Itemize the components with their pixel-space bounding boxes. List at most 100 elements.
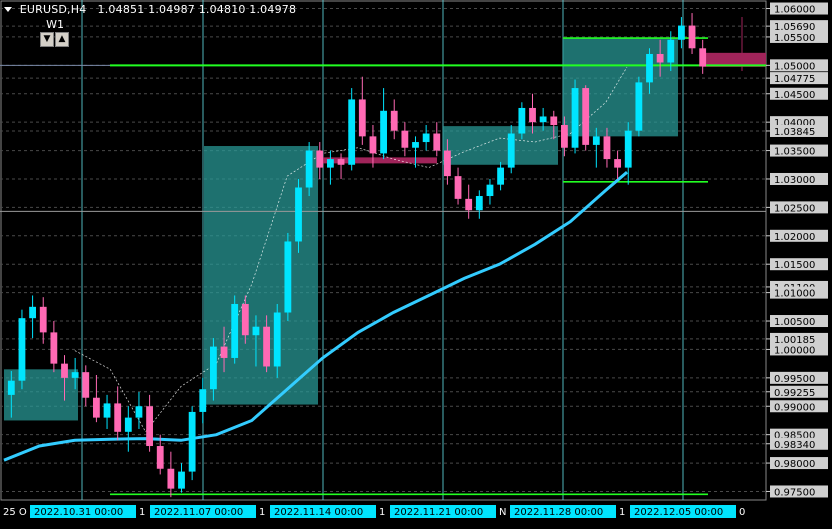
candle <box>678 17 685 49</box>
candle-body <box>71 372 79 378</box>
candle <box>188 406 196 481</box>
candle <box>29 295 36 339</box>
candle <box>582 85 590 151</box>
weekly-range-box <box>443 126 558 165</box>
candle <box>401 122 409 157</box>
candle-body <box>103 403 111 418</box>
weekly-range-box <box>563 38 678 137</box>
candle-body <box>231 303 239 358</box>
price-tick-label: 0.98340 <box>774 440 815 451</box>
price-tick-label: 1.03845 <box>774 127 815 138</box>
candle-body <box>167 468 175 489</box>
candle-body <box>401 130 409 148</box>
candle-body <box>82 372 90 398</box>
time-edge-label: 25 O <box>3 507 27 518</box>
candle <box>497 161 504 191</box>
candle-body <box>337 159 345 165</box>
candle-body <box>18 318 26 381</box>
candle-body <box>592 136 600 145</box>
symbol-label: EURUSD,H4 <box>19 3 87 16</box>
candle-body <box>635 82 643 131</box>
candle-body <box>305 150 313 188</box>
candle <box>614 150 621 179</box>
date-tick-fragment: 1 <box>139 507 145 518</box>
price-chart[interactable]: 1.060001.056901.055001.050001.047751.045… <box>0 0 832 525</box>
candle <box>422 125 430 151</box>
candle-body <box>518 107 526 134</box>
candle <box>167 451 175 498</box>
price-tick-label: 1.00500 <box>774 317 815 328</box>
candle-body <box>146 406 153 447</box>
candle-body <box>284 241 292 313</box>
candle-body <box>678 25 685 40</box>
candle-body <box>369 136 377 154</box>
candle-body <box>188 411 196 472</box>
candle-body <box>295 187 302 242</box>
ohlc-values: 1.04851 1.04987 1.04810 1.04978 <box>97 3 297 16</box>
candle-body <box>348 99 356 165</box>
candle-body <box>656 53 664 63</box>
candle-body <box>433 133 441 151</box>
price-tick-label: 1.04500 <box>774 90 815 101</box>
caret-down-icon[interactable] <box>4 6 12 12</box>
price-tick-label: 1.06000 <box>774 5 815 16</box>
candle-body <box>263 326 270 367</box>
candle <box>50 321 58 373</box>
candle-body <box>422 133 430 143</box>
candle <box>146 394 153 452</box>
candle-body <box>550 116 558 125</box>
date-tick-fragment: 1 <box>379 507 385 518</box>
date-tick-label: 2022.12.05 00:00 <box>634 507 723 518</box>
weekly-range-box <box>204 146 318 405</box>
candle-body <box>199 389 207 412</box>
candle-body <box>624 130 632 168</box>
candle <box>284 232 292 322</box>
candle-body <box>61 363 68 378</box>
candle-body <box>465 198 473 211</box>
price-tick-label: 1.02500 <box>774 203 815 214</box>
candle-body <box>444 150 451 177</box>
candle-body <box>358 99 366 137</box>
candle <box>327 150 334 185</box>
candle-body <box>178 471 185 489</box>
up-arrow-icon[interactable]: ▲ <box>55 32 69 47</box>
candle <box>114 386 122 441</box>
candle-body <box>380 110 387 154</box>
date-tick-label: 2022.11.07 00:00 <box>154 507 243 518</box>
price-tick-label: 0.97500 <box>774 487 815 498</box>
price-tick-label: 0.99255 <box>774 388 815 399</box>
candle <box>571 79 579 154</box>
timeframe-overlay-badge[interactable]: W1 ▼ ▲ <box>40 18 70 47</box>
candle <box>486 178 494 205</box>
candle-body <box>7 380 15 395</box>
candle-body <box>529 107 536 123</box>
candle-body <box>210 346 217 390</box>
candle-body <box>316 150 324 168</box>
candle-body <box>539 116 547 123</box>
candle <box>688 13 696 54</box>
chart-area[interactable]: 1.06000 1.05690 1.05500 1.05000 1.04775 1.045… <box>0 0 832 525</box>
candle-body <box>507 133 515 168</box>
price-tick-label: 1.01000 <box>774 289 815 300</box>
price-tick-label: 1.05000 <box>774 61 815 72</box>
date-tick-fragment: 1 <box>259 507 265 518</box>
date-tick-label: 2022.11.14 00:00 <box>274 507 363 518</box>
candle <box>348 88 356 171</box>
candle-body <box>241 303 249 336</box>
down-arrow-icon[interactable]: ▼ <box>40 32 54 47</box>
price-tick-label: 1.00000 <box>774 345 815 356</box>
candle <box>635 76 643 137</box>
price-tick-label: 0.99500 <box>774 374 815 385</box>
date-tick-fragment: 1 <box>619 507 625 518</box>
date-tick-label: 2022.11.28 00:00 <box>514 507 603 518</box>
candle-body <box>252 326 260 336</box>
date-tick-fragment: N <box>499 507 506 518</box>
candle <box>380 88 387 160</box>
candle-body <box>571 88 579 148</box>
candle <box>178 463 185 493</box>
candle <box>358 76 366 145</box>
price-tick-label: 0.99000 <box>774 402 815 413</box>
price-axis: 1.060001.056901.055001.050001.047751.045… <box>766 2 828 498</box>
candle-body <box>135 406 143 418</box>
candle-body <box>327 159 334 168</box>
